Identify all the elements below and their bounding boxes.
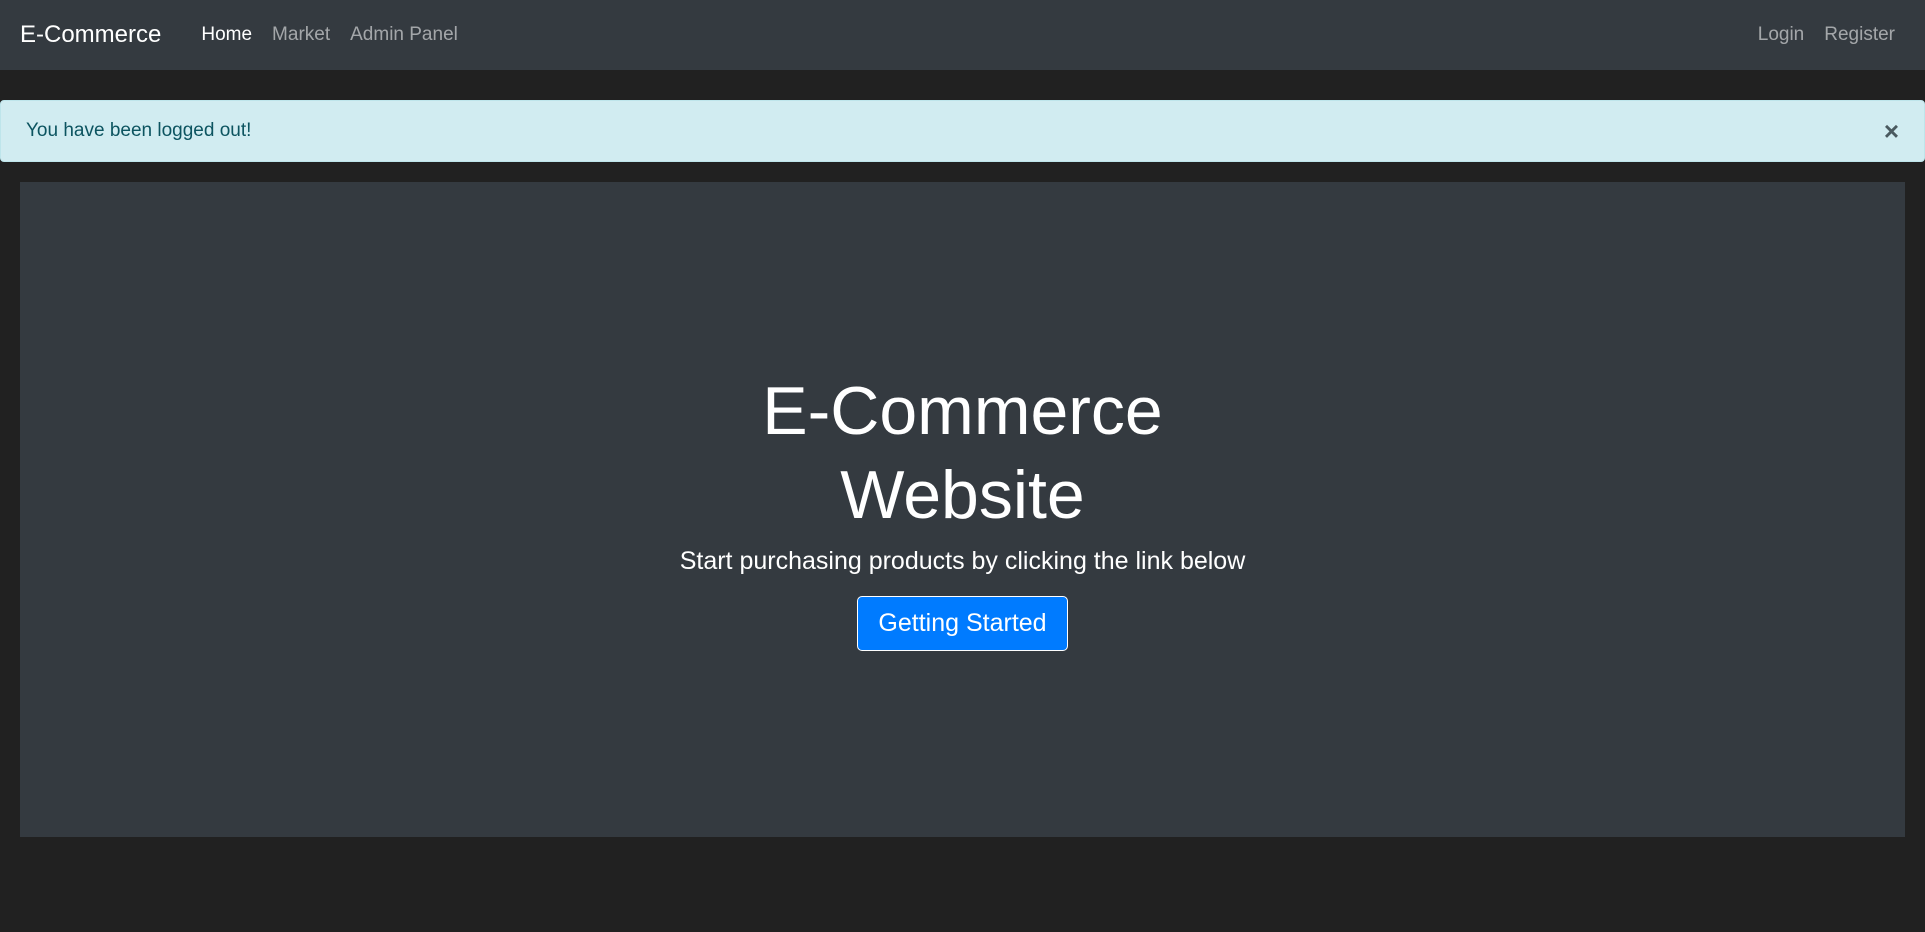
hero-section: E-Commerce Website Start purchasing prod… xyxy=(20,182,1905,837)
getting-started-button[interactable]: Getting Started xyxy=(857,595,1068,651)
navbar: E-Commerce Home Market Admin Panel Login… xyxy=(0,0,1925,70)
nav-link-login[interactable]: Login xyxy=(1748,24,1815,46)
alert-message: You have been logged out! xyxy=(26,120,252,141)
nav-right-links: Login Register xyxy=(1748,24,1905,46)
brand-link[interactable]: E-Commerce xyxy=(20,21,161,49)
nav-link-admin-panel[interactable]: Admin Panel xyxy=(340,24,468,46)
close-icon[interactable]: × xyxy=(1884,118,1899,144)
logout-alert: You have been logged out! × xyxy=(0,100,1925,162)
nav-link-market[interactable]: Market xyxy=(262,24,340,46)
nav-left-links: Home Market Admin Panel xyxy=(191,24,468,46)
hero-subtitle: Start purchasing products by clicking th… xyxy=(679,546,1246,575)
nav-link-register[interactable]: Register xyxy=(1814,24,1905,46)
nav-link-home[interactable]: Home xyxy=(191,24,262,46)
hero-title: E-Commerce Website xyxy=(762,372,1163,533)
